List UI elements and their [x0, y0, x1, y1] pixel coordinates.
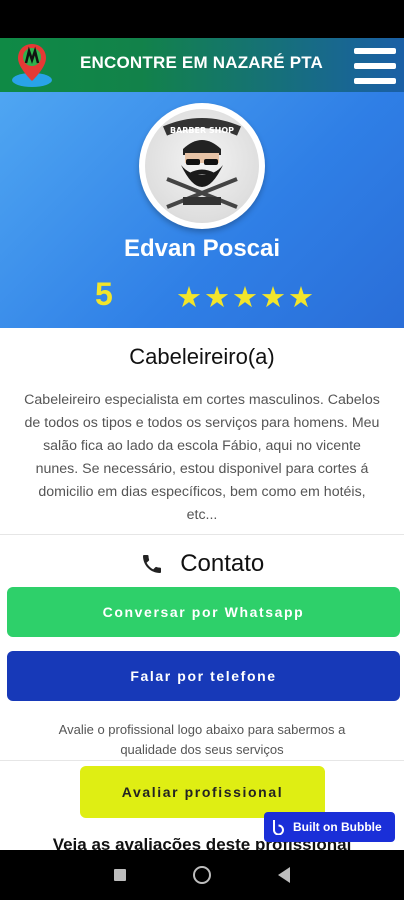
whatsapp-button[interactable]: Conversar por Whatsapp	[7, 587, 400, 637]
header-title: ENCONTRE EM NAZARÉ PTA	[80, 53, 324, 72]
svg-text:BARBER SHOP: BARBER SHOP	[170, 126, 234, 135]
bubble-logo-icon	[273, 820, 284, 835]
rating-hint: Avalie o profissional logo abaixo para s…	[58, 722, 346, 757]
phone-icon	[140, 552, 164, 576]
contact-title: Contato	[180, 550, 265, 577]
phone-call-button[interactable]: Falar por telefone	[7, 651, 400, 701]
profession-title: Cabeleireiro(a)	[129, 344, 275, 369]
rate-professional-button[interactable]: Avaliar profissional	[80, 766, 325, 818]
home-icon[interactable]	[193, 866, 211, 884]
profile-description: Cabeleireiro especialista em cortes masc…	[24, 392, 380, 523]
avatar: BARBER SHOP	[139, 103, 265, 229]
profile-hero: BARBER SHOP Edvan Poscai 5 ★★★★★	[0, 92, 404, 328]
back-icon[interactable]	[278, 867, 290, 883]
profile-name: Edvan Poscai	[123, 235, 281, 262]
profile-details: Cabeleireiro(a) Cabeleireiro especialist…	[0, 328, 404, 854]
badge-label: Built on Bubble	[293, 820, 382, 834]
divider	[0, 534, 404, 535]
hamburger-menu-icon[interactable]	[354, 48, 396, 84]
divider	[0, 760, 404, 761]
star-rating: ★★★★★	[176, 282, 316, 314]
app-header: ENCONTRE EM NAZARÉ PTA	[0, 38, 404, 92]
system-nav-bar	[0, 850, 404, 900]
recents-icon[interactable]	[114, 869, 126, 881]
built-on-bubble-badge[interactable]: Built on Bubble	[264, 812, 395, 842]
map-pin-logo-icon[interactable]	[10, 38, 54, 92]
contact-heading: Contato	[0, 550, 404, 578]
barber-avatar-image: BARBER SHOP	[145, 109, 259, 223]
status-bar	[0, 0, 404, 38]
rating-value: 5	[95, 276, 113, 312]
